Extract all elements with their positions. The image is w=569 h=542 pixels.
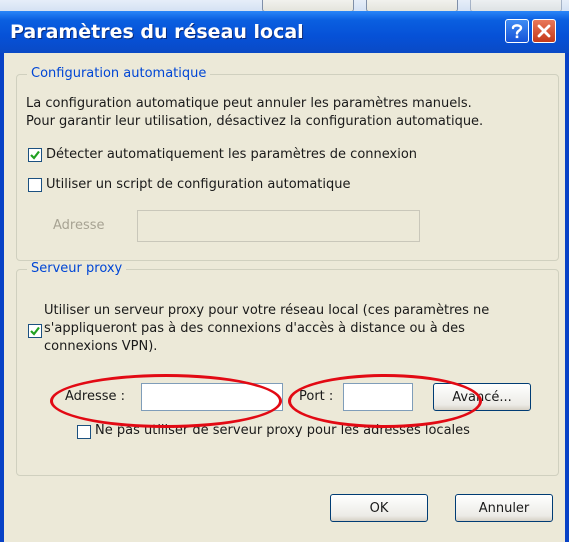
auto-config-description-line1: La configuration automatique peut annule… xyxy=(26,96,472,111)
help-button[interactable] xyxy=(505,19,529,43)
checkmark-icon xyxy=(30,326,40,336)
detect-settings-checkbox[interactable] xyxy=(28,148,42,162)
auto-config-script-checkbox[interactable] xyxy=(28,178,42,192)
lan-settings-dialog: Paramètres du réseau local Configuration… xyxy=(0,11,569,542)
bypass-local-checkbox[interactable] xyxy=(77,425,91,439)
auto-config-script-label[interactable]: Utiliser un script de configuration auto… xyxy=(46,176,351,194)
window-title: Paramètres du réseau local xyxy=(10,21,304,43)
help-icon xyxy=(511,24,523,39)
annotation-ellipse-port xyxy=(288,374,482,428)
checkmark-icon xyxy=(30,150,40,160)
proxy-server-legend: Serveur proxy xyxy=(27,261,127,276)
close-icon xyxy=(537,24,551,38)
cancel-button[interactable]: Annuler xyxy=(455,494,553,522)
use-proxy-label-line3[interactable]: connexions VPN). xyxy=(44,338,157,356)
auto-config-group: Configuration automatique La configurati… xyxy=(16,66,559,261)
ok-button[interactable]: OK xyxy=(330,494,428,522)
close-button[interactable] xyxy=(532,19,556,43)
proxy-server-group: Serveur proxy Utiliser un serveur proxy … xyxy=(16,261,559,476)
auto-config-legend: Configuration automatique xyxy=(27,66,211,81)
use-proxy-label-line2[interactable]: s'appliqueront pas à des connexions d'ac… xyxy=(44,320,465,338)
script-address-input[interactable] xyxy=(137,210,420,242)
annotation-ellipse-address xyxy=(50,374,282,428)
script-address-label: Adresse xyxy=(53,218,105,233)
use-proxy-label-line1[interactable]: Utiliser un serveur proxy pour votre rés… xyxy=(44,302,489,320)
title-bar[interactable]: Paramètres du réseau local xyxy=(0,11,569,53)
auto-config-description-line2: Pour garantir leur utilisation, désactiv… xyxy=(26,114,484,129)
use-proxy-checkbox[interactable] xyxy=(28,324,42,338)
detect-settings-label[interactable]: Détecter automatiquement les paramètres … xyxy=(46,146,417,164)
